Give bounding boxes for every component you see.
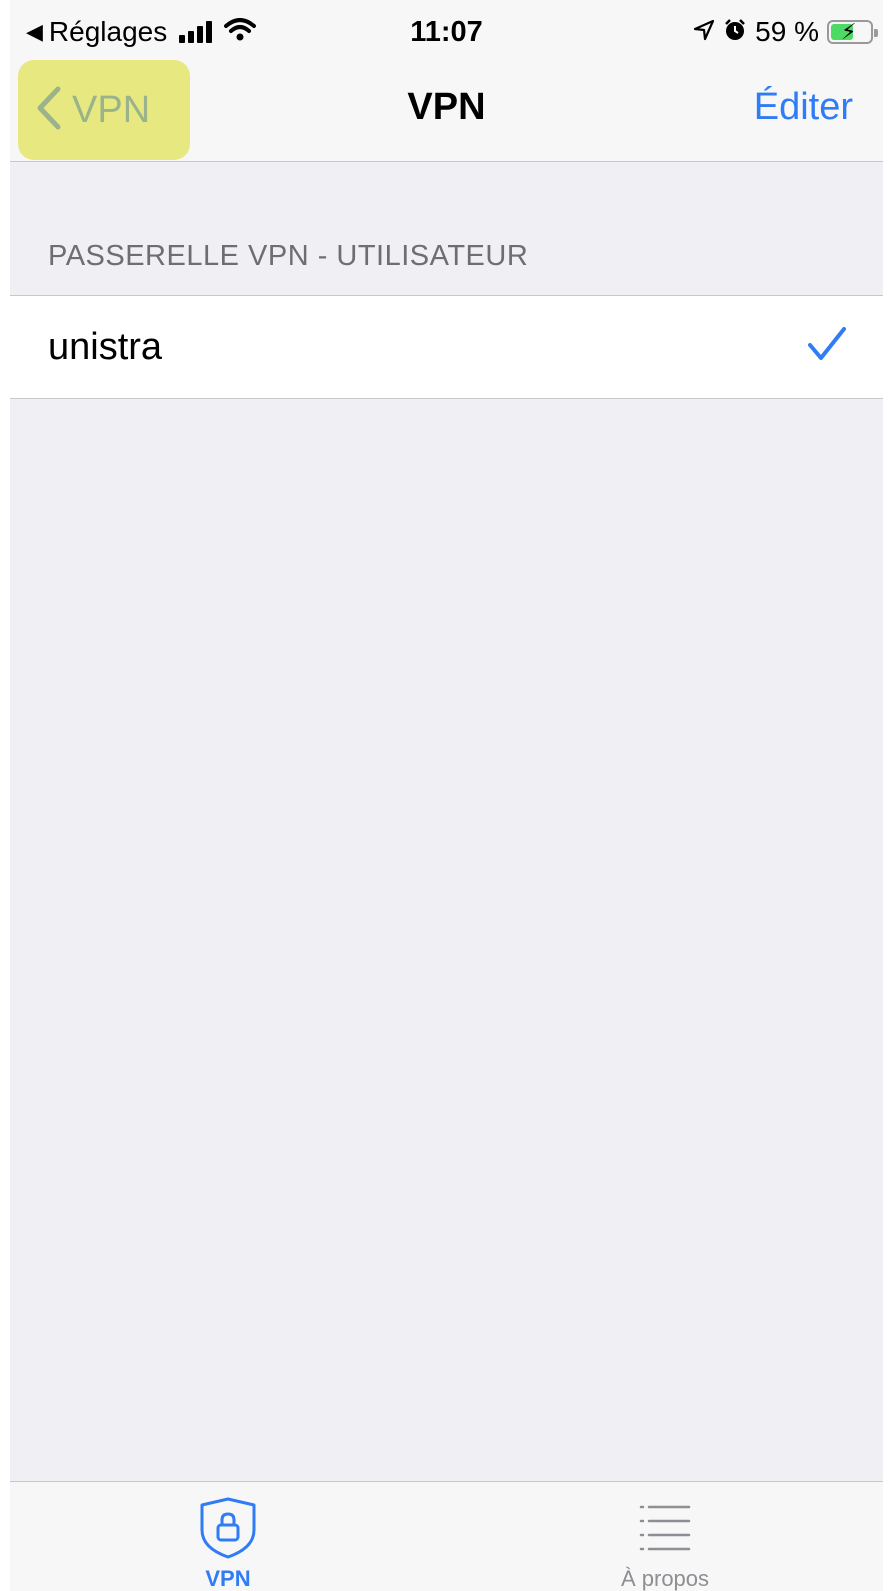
status-bar-right: 59 % ⚡ (693, 16, 878, 48)
battery-nub (874, 29, 878, 37)
tab-about[interactable]: À propos (447, 1482, 883, 1591)
checkmark-icon (807, 326, 847, 367)
tab-vpn[interactable]: VPN (10, 1482, 446, 1591)
shield-lock-icon (198, 1496, 258, 1560)
tab-vpn-label: VPN (205, 1566, 251, 1591)
battery-percent: 59 % (755, 16, 819, 47)
location-arrow-icon (693, 19, 715, 46)
alarm-icon (723, 18, 747, 47)
list-item[interactable]: unistra (10, 296, 883, 398)
tab-about-label: À propos (620, 1566, 710, 1591)
edit-button[interactable]: Éditer (754, 86, 853, 129)
battery-charging-icon: ⚡ (827, 19, 878, 44)
gateway-list: unistra (10, 295, 883, 399)
list-item-label: unistra (48, 325, 163, 368)
list-icon (639, 1496, 691, 1560)
page-title: VPN (407, 86, 486, 128)
charging-bolt-icon: ⚡ (841, 19, 857, 44)
tab-bar: VPN À propos (10, 1481, 883, 1591)
status-bar: ◀ Réglages 11:07 59 % ⚡ (10, 0, 883, 60)
app-screen: ◀ Réglages 11:07 59 % ⚡ VPN VPN Éditer P… (10, 0, 883, 1591)
section-header: PASSERELLE VPN - UTILISATEUR (48, 240, 529, 272)
navigation-bar: VPN VPN Éditer (10, 60, 883, 162)
